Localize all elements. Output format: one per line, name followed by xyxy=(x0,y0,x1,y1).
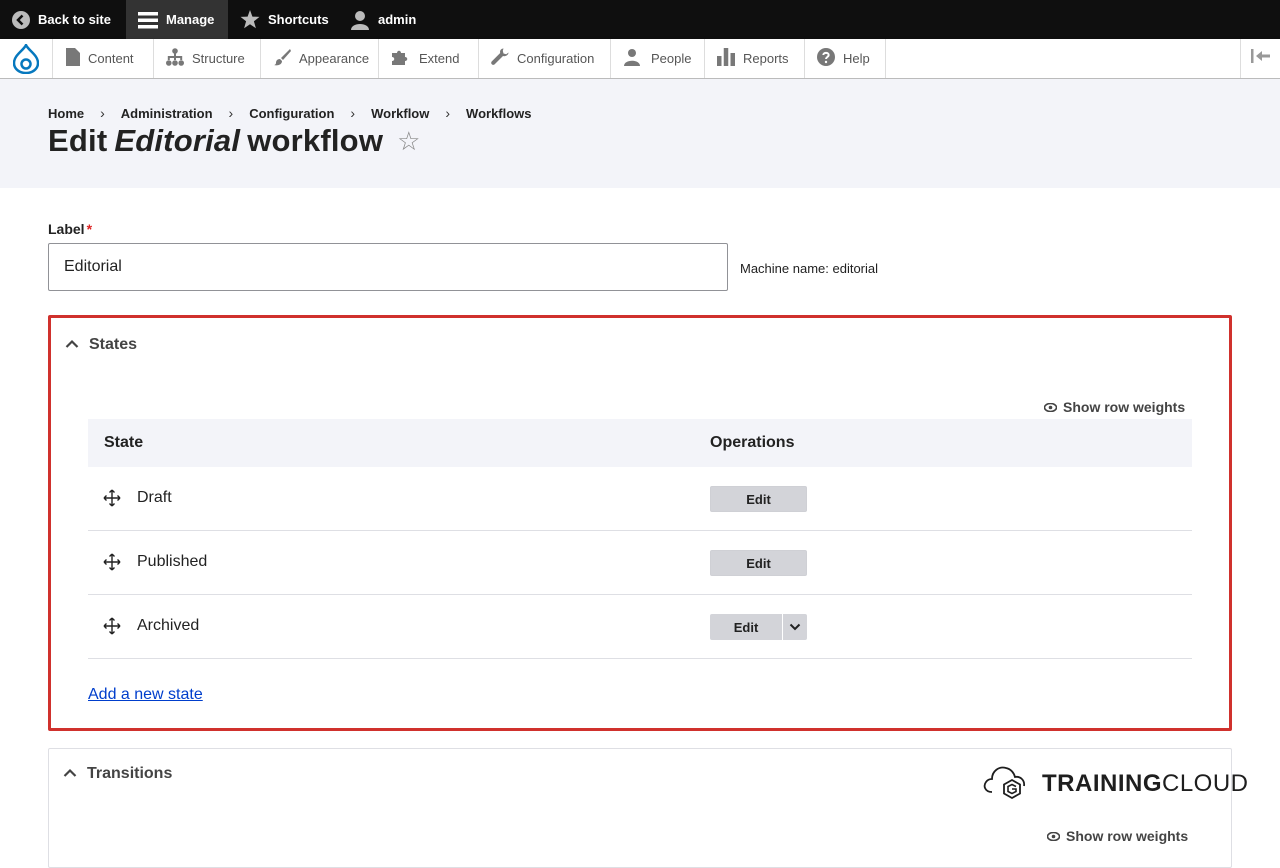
chevron-up-icon xyxy=(63,765,77,783)
user-tab[interactable]: admin xyxy=(338,0,428,39)
tray-structure-label: Structure xyxy=(192,51,245,66)
chevron-right-icon: › xyxy=(445,105,451,121)
label-input[interactable] xyxy=(48,243,728,291)
document-icon xyxy=(66,48,80,69)
states-show-row-weights[interactable]: Show row weights xyxy=(1043,399,1186,415)
edit-draft-button[interactable]: Edit xyxy=(710,486,807,512)
label-field-text: Label xyxy=(48,221,85,237)
chevron-right-icon: › xyxy=(228,105,234,121)
drag-handle-icon[interactable] xyxy=(103,617,121,635)
tray-extend[interactable]: Extend xyxy=(379,39,479,78)
page-header: Home › Administration › Configuration › … xyxy=(0,79,1280,188)
archived-operations-dropbutton: Edit xyxy=(710,614,807,640)
tray-content-label: Content xyxy=(88,51,134,66)
states-summary[interactable]: States xyxy=(65,336,137,354)
tray-orientation-toggle[interactable] xyxy=(1240,39,1280,78)
add-new-state-link[interactable]: Add a new state xyxy=(88,686,203,704)
eye-icon xyxy=(1046,828,1061,844)
states-table-header: State Operations xyxy=(88,419,1192,467)
breadcrumb-workflow[interactable]: Workflow xyxy=(371,106,429,121)
star-icon xyxy=(240,10,260,29)
back-to-site-label: Back to site xyxy=(38,12,111,27)
tray-structure[interactable]: Structure xyxy=(154,39,261,78)
states-summary-label: States xyxy=(89,336,138,353)
people-icon xyxy=(623,48,643,69)
puzzle-icon xyxy=(391,48,411,69)
trainingcloud-wordmark: TRAININGCLOUD xyxy=(1042,770,1249,798)
page-title-suffix: workflow xyxy=(247,123,384,158)
user-icon xyxy=(350,10,370,30)
trainingcloud-logo: TRAININGCLOUD xyxy=(982,762,1249,805)
label-field-title: Label * xyxy=(48,221,92,237)
tray-help[interactable]: Help xyxy=(805,39,886,78)
wrench-icon xyxy=(491,48,509,69)
breadcrumb-configuration[interactable]: Configuration xyxy=(249,106,334,121)
transitions-show-row-weights[interactable]: Show row weights xyxy=(1046,828,1189,844)
breadcrumb-administration[interactable]: Administration xyxy=(121,106,213,121)
state-name: Published xyxy=(137,553,208,570)
page-title: Edit Editorial workflow ☆ xyxy=(48,123,421,159)
states-panel: States Show row weights State Operations… xyxy=(48,315,1232,731)
page-title-prefix: Edit xyxy=(48,123,108,158)
tray-reports-label: Reports xyxy=(743,51,789,66)
tray-content[interactable]: Content xyxy=(54,39,154,78)
required-marker: * xyxy=(86,221,93,237)
edit-archived-button[interactable]: Edit xyxy=(710,614,783,640)
transitions-summary-label: Transitions xyxy=(87,765,173,782)
shortcuts-tab[interactable]: Shortcuts xyxy=(228,0,341,39)
tray-configuration-label: Configuration xyxy=(517,51,595,66)
show-row-weights-label: Show row weights xyxy=(1066,828,1189,844)
paintbrush-icon xyxy=(273,48,291,69)
manage-tab[interactable]: Manage xyxy=(126,0,228,39)
state-name: Archived xyxy=(137,617,200,634)
wordmark-light: CLOUD xyxy=(1162,769,1249,797)
drupal-logo-icon[interactable] xyxy=(0,39,53,78)
admin-tray: Content Structure Appearance Extend Conf… xyxy=(0,39,1280,79)
state-name: Draft xyxy=(137,489,172,506)
edit-published-button[interactable]: Edit xyxy=(710,550,807,576)
eye-icon xyxy=(1043,399,1058,415)
hamburger-icon xyxy=(138,11,158,29)
wordmark-bold: TRAINING xyxy=(1042,769,1162,797)
back-arrow-icon xyxy=(12,10,30,29)
chevron-right-icon: › xyxy=(350,105,356,121)
drag-handle-icon[interactable] xyxy=(103,489,121,507)
show-row-weights-label: Show row weights xyxy=(1063,399,1186,415)
collapse-left-icon xyxy=(1250,49,1271,68)
tray-appearance[interactable]: Appearance xyxy=(261,39,379,78)
tray-appearance-label: Appearance xyxy=(299,51,370,66)
tray-extend-label: Extend xyxy=(419,51,460,66)
user-label: admin xyxy=(378,12,417,27)
tray-reports[interactable]: Reports xyxy=(705,39,805,78)
back-to-site-link[interactable]: Back to site xyxy=(0,0,123,39)
machine-name: Machine name: editorial xyxy=(740,261,879,276)
shortcuts-label: Shortcuts xyxy=(268,12,329,27)
bar-chart-icon xyxy=(717,48,735,69)
tray-configuration[interactable]: Configuration xyxy=(479,39,611,78)
table-row: Archived Edit xyxy=(88,595,1192,659)
column-operations: Operations xyxy=(710,434,795,451)
column-state: State xyxy=(104,434,144,451)
transitions-summary[interactable]: Transitions xyxy=(63,765,172,783)
dropbutton-toggle[interactable] xyxy=(783,614,807,640)
help-icon xyxy=(817,48,835,69)
tray-people-label: People xyxy=(651,51,692,66)
tray-people[interactable]: People xyxy=(611,39,705,78)
table-row: Draft Edit xyxy=(88,467,1192,531)
breadcrumb: Home › Administration › Configuration › … xyxy=(48,105,532,121)
manage-label: Manage xyxy=(166,12,215,27)
breadcrumb-home[interactable]: Home xyxy=(48,106,84,121)
chevron-up-icon xyxy=(65,336,79,354)
tray-help-label: Help xyxy=(843,51,870,66)
sitemap-icon xyxy=(166,48,184,69)
chevron-down-icon xyxy=(789,618,801,636)
drag-handle-icon[interactable] xyxy=(103,553,121,571)
table-row: Published Edit xyxy=(88,531,1192,595)
admin-toolbar: Back to site Manage Shortcuts admin xyxy=(0,0,1280,39)
chevron-right-icon: › xyxy=(100,105,105,121)
page-title-name: Editorial xyxy=(114,123,241,158)
shortcut-star-icon[interactable]: ☆ xyxy=(397,126,421,157)
cloud-logo-icon xyxy=(982,762,1028,805)
breadcrumb-workflows[interactable]: Workflows xyxy=(466,106,532,121)
